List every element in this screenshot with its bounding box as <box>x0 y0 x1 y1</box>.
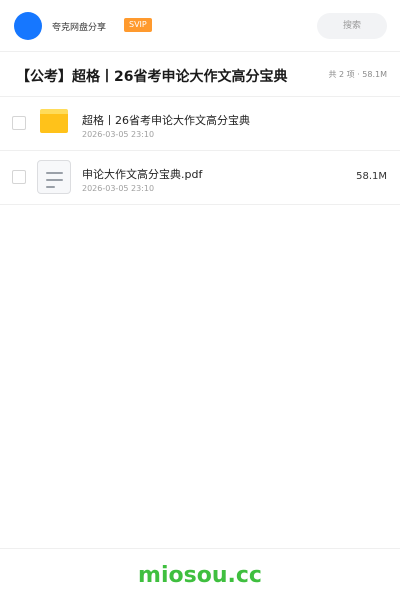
brand-name: 夸克网盘分享 <box>52 23 107 33</box>
share-header: 【公考】超格丨26省考申论大作文高分宝典 共 2 项 · 58.1M <box>0 52 400 97</box>
row-checkbox[interactable] <box>12 170 26 184</box>
file-row[interactable]: 申论大作文高分宝典.pdf 2026-03-05 23:10 58.1M <box>0 151 400 205</box>
document-icon <box>37 160 71 194</box>
file-name[interactable]: 申论大作文高分宝典.pdf <box>82 166 202 182</box>
file-size: 58.1M <box>356 171 387 182</box>
top-bar: 夸克网盘分享 SVIP 搜索 <box>0 0 400 52</box>
page-title: 【公考】超格丨26省考申论大作文高分宝典 <box>16 69 288 85</box>
svip-badge[interactable]: SVIP <box>124 18 152 32</box>
folder-icon <box>40 109 68 133</box>
file-date: 2026-03-05 23:10 <box>82 130 155 139</box>
avatar[interactable] <box>14 12 42 40</box>
search-input[interactable]: 搜索 <box>317 13 387 39</box>
footer: miosou.cc <box>0 548 400 600</box>
file-row[interactable]: 超格丨26省考申论大作文高分宝典 2026-03-05 23:10 <box>0 97 400 151</box>
row-checkbox[interactable] <box>12 116 26 130</box>
file-date: 2026-03-05 23:10 <box>82 184 155 193</box>
file-name[interactable]: 超格丨26省考申论大作文高分宝典 <box>82 112 250 128</box>
site-watermark: miosou.cc <box>138 563 262 588</box>
share-summary: 共 2 项 · 58.1M <box>328 70 387 79</box>
